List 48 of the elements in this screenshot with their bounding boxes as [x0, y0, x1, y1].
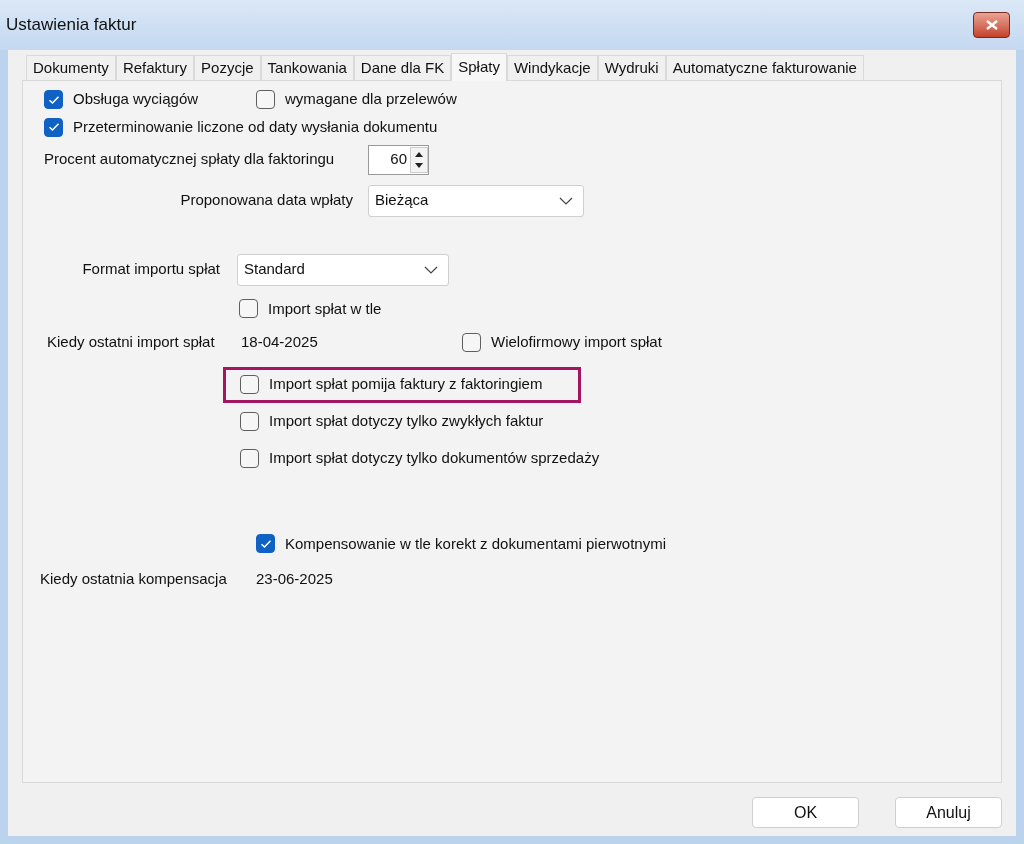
- field-label: Kiedy ostatnia kompensacja: [39, 569, 228, 589]
- checkmark-icon: [259, 538, 272, 549]
- checkbox[interactable]: [44, 90, 63, 109]
- close-button[interactable]: [973, 12, 1010, 38]
- checkbox-label: Wielofirmowy import spłat: [491, 332, 662, 352]
- tab[interactable]: Tankowania: [260, 55, 354, 80]
- tab[interactable]: Wydruki: [597, 55, 666, 80]
- tab[interactable]: Windykacje: [506, 55, 598, 80]
- checkbox-label: Obsługa wyciągów: [73, 89, 199, 110]
- checkbox-label: Przeterminowanie liczone od daty wysłania dokumentu: [73, 117, 438, 137]
- tab[interactable]: Automatyczne fakturowanie: [665, 55, 864, 80]
- checkbox[interactable]: [44, 117, 63, 137]
- checkbox[interactable]: [256, 534, 275, 554]
- chevron-down-icon: [559, 196, 573, 205]
- window-title: Ustawienia faktur: [6, 14, 137, 37]
- checkbox-label: Import spłat dotyczy tylko dokumentów sprzedaży: [269, 448, 600, 469]
- tab[interactable]: Dokumenty: [26, 55, 116, 80]
- checkbox[interactable]: [239, 299, 258, 319]
- dropdown[interactable]: Bieżąca: [368, 184, 584, 217]
- checkbox[interactable]: [462, 332, 481, 352]
- tab[interactable]: Refaktury: [115, 55, 195, 80]
- field-label: Format importu spłat: [81, 259, 220, 280]
- field-label: Proponowana data wpłaty: [179, 190, 353, 211]
- date-value: 23-06-2025: [256, 569, 333, 589]
- tab[interactable]: Pozycje: [194, 55, 261, 80]
- spinner-arrows-icon: [410, 146, 428, 173]
- checkbox[interactable]: [240, 375, 259, 394]
- checkbox[interactable]: [240, 449, 259, 468]
- checkbox-label: Kompensowanie w tle korekt z dokumentami pierwotnymi: [285, 533, 666, 554]
- date-value: 18-04-2025: [241, 332, 319, 352]
- field-label: Kiedy ostatni import spłat: [46, 332, 216, 352]
- checkbox-label: Import spłat pomija faktury z faktoringiem: [269, 374, 543, 395]
- checkbox-label: wymagane dla przelewów: [285, 89, 457, 110]
- checkmark-icon: [47, 94, 60, 105]
- field-label: Procent automatycznej spłaty dla faktoringu: [44, 149, 336, 170]
- checkmark-icon: [47, 122, 60, 133]
- checkbox[interactable]: [256, 90, 275, 109]
- tab[interactable]: Spłaty: [451, 53, 507, 81]
- dialog-button[interactable]: OK: [752, 797, 859, 828]
- number-spinner[interactable]: 60: [368, 144, 429, 175]
- checkbox-label: Import spłat dotyczy tylko zwykłych faktur: [269, 411, 544, 432]
- chevron-down-icon: [424, 265, 438, 274]
- checkbox-label: Import spłat w tle: [268, 298, 382, 319]
- dialog-button[interactable]: Anuluj: [895, 797, 1002, 828]
- tab[interactable]: Dane dla FK: [353, 55, 452, 80]
- dropdown[interactable]: Standard: [237, 253, 449, 286]
- close-icon: [985, 20, 998, 30]
- checkbox[interactable]: [240, 412, 259, 431]
